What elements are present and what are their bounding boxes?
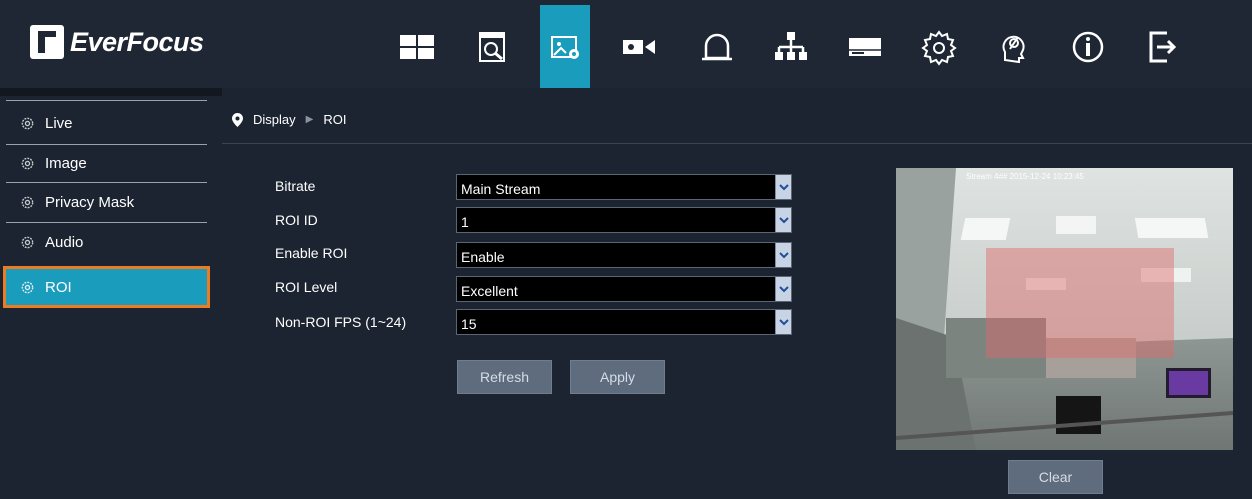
sidebar: Live Image Privacy Mask Audio ROI	[0, 88, 222, 499]
roi-id-label: ROI ID	[275, 212, 318, 228]
storage-icon[interactable]	[840, 5, 890, 88]
info-icon[interactable]	[1063, 5, 1113, 88]
top-navigation-bar: EverFocus	[0, 0, 1252, 88]
chevron-down-icon[interactable]	[775, 208, 791, 232]
preview-overlay-text: Stream 4## 2015-12-24 10:23:45	[966, 172, 1084, 181]
gear-icon	[21, 196, 34, 208]
maintenance-icon[interactable]	[989, 5, 1039, 88]
gear-icon	[21, 236, 34, 248]
settings-icon[interactable]	[914, 5, 964, 88]
sidebar-item-privacy-mask[interactable]: Privacy Mask	[6, 184, 207, 220]
roi-id-select[interactable]: 1	[456, 207, 792, 233]
enable-roi-select[interactable]: Enable	[456, 242, 792, 268]
clear-button[interactable]: Clear	[1008, 460, 1103, 494]
breadcrumb-parent[interactable]: Display	[253, 112, 296, 127]
apply-button[interactable]: Apply	[570, 360, 665, 394]
logo-mark-icon	[30, 25, 64, 59]
breadcrumb-current: ROI	[323, 112, 347, 127]
chevron-down-icon[interactable]	[775, 243, 791, 267]
camera-preview[interactable]: Stream 4## 2015-12-24 10:23:45	[896, 168, 1233, 450]
sidebar-divider	[6, 182, 207, 183]
sidebar-item-label: Image	[45, 154, 87, 172]
sidebar-item-label: Audio	[45, 233, 84, 251]
chevron-down-icon[interactable]	[775, 175, 791, 199]
alarm-icon[interactable]	[692, 5, 742, 88]
everfocus-logo: EverFocus	[30, 22, 204, 62]
non-roi-fps-label: Non-ROI FPS (1~24)	[275, 314, 407, 330]
non-roi-fps-select[interactable]: 15	[456, 309, 792, 335]
breadcrumb: Display ▶ ROI	[222, 96, 1252, 144]
roi-level-select[interactable]: Excellent	[456, 276, 792, 302]
refresh-button[interactable]: Refresh	[457, 360, 552, 394]
layout-icon[interactable]	[392, 5, 442, 88]
chevron-down-icon[interactable]	[775, 310, 791, 334]
sidebar-item-roi[interactable]: ROI	[3, 266, 210, 308]
display-settings-icon[interactable]	[540, 5, 590, 88]
brand-name: EverFocus	[70, 26, 204, 57]
enable-roi-value: Enable	[461, 249, 505, 265]
camera-preview-image: Stream 4## 2015-12-24 10:23:45	[896, 168, 1233, 450]
sidebar-item-image[interactable]: Image	[6, 145, 207, 181]
chevron-down-icon[interactable]	[775, 277, 791, 301]
playback-search-icon[interactable]	[467, 5, 517, 88]
sidebar-item-audio[interactable]: Audio	[6, 224, 207, 260]
camera-icon[interactable]	[614, 5, 664, 88]
logout-icon[interactable]	[1137, 5, 1187, 88]
gear-icon	[21, 117, 34, 129]
sidebar-divider	[6, 222, 207, 223]
network-icon[interactable]	[766, 5, 816, 88]
roi-id-value: 1	[461, 214, 469, 230]
breadcrumb-separator-icon: ▶	[305, 114, 314, 125]
gear-icon	[21, 281, 34, 293]
sidebar-divider	[6, 100, 207, 101]
sidebar-item-label: Live	[45, 114, 73, 132]
roi-level-label: ROI Level	[275, 279, 338, 295]
sidebar-item-label: Privacy Mask	[45, 193, 135, 211]
bitrate-value: Main Stream	[461, 181, 541, 197]
gear-icon	[21, 157, 34, 169]
roi-level-value: Excellent	[461, 283, 518, 299]
bitrate-select[interactable]: Main Stream	[456, 174, 792, 200]
location-pin-icon	[232, 112, 243, 127]
sidebar-item-label: ROI	[45, 278, 72, 296]
bitrate-label: Bitrate	[275, 178, 316, 194]
non-roi-fps-value: 15	[461, 316, 477, 332]
sidebar-item-live[interactable]: Live	[6, 105, 207, 141]
enable-roi-label: Enable ROI	[275, 245, 348, 261]
